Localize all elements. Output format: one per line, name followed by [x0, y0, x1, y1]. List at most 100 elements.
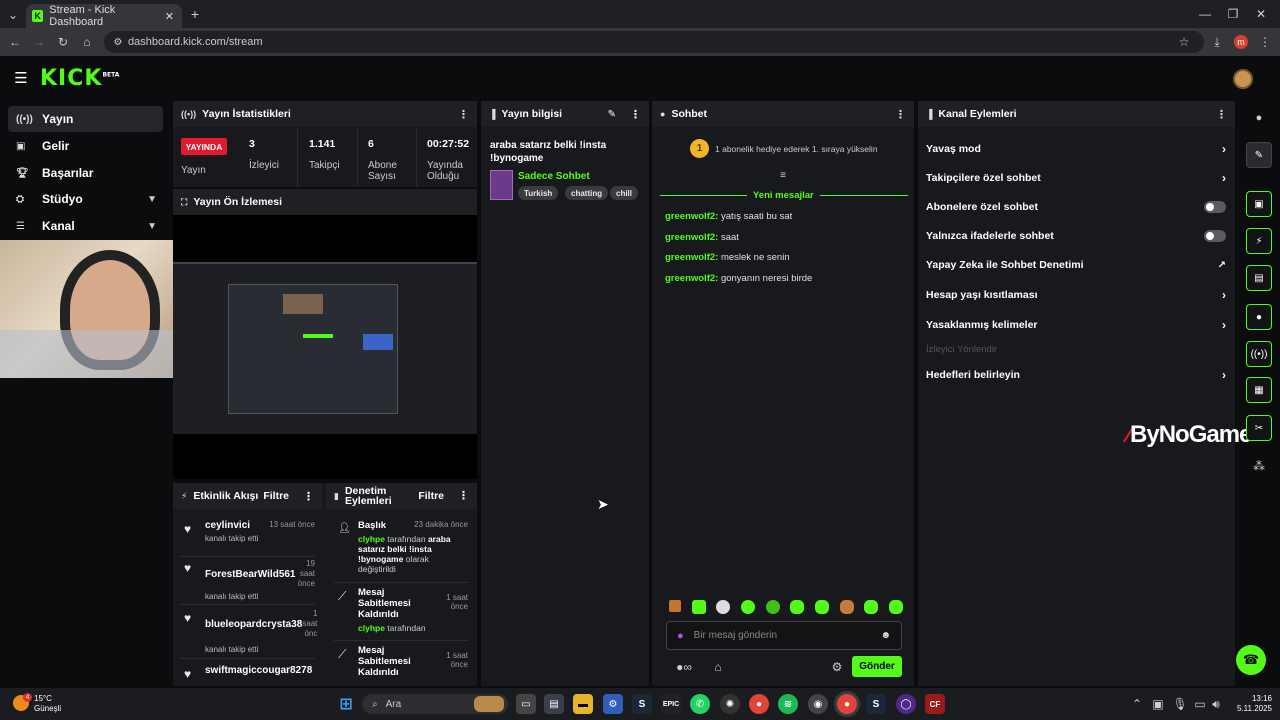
emote-icon[interactable] [814, 600, 829, 614]
kick-logo[interactable]: KICKBETA [40, 66, 119, 91]
activity-filter[interactable]: Filtre [263, 490, 289, 502]
more-options-icon[interactable]: ⋮ [895, 108, 906, 121]
display-tray-icon[interactable]: ▭ [1194, 697, 1206, 711]
emote-icon[interactable] [864, 600, 879, 614]
site-info-icon[interactable]: ⚙ [112, 35, 124, 49]
apps-icon[interactable]: ⁂ [1252, 459, 1266, 473]
weather-widget[interactable]: 15°C Güneşli [34, 694, 61, 714]
chat-settings-gear-icon[interactable]: ⚙ [830, 660, 844, 674]
send-button[interactable]: Gönder [852, 656, 902, 677]
more-options-icon[interactable]: ⋮ [303, 490, 314, 503]
tray-app-icon[interactable]: ▣ [1152, 697, 1164, 711]
browser-menu-icon[interactable]: ⋮ [1258, 35, 1272, 49]
profile-avatar[interactable]: m [1234, 35, 1248, 49]
obs-icon[interactable]: ◉ [808, 694, 828, 714]
action-emotes-only[interactable]: Yalnızca ifadelerle sohbet [926, 230, 1226, 242]
settings-app-icon[interactable]: ⚙ [603, 694, 623, 714]
info-circle-icon[interactable]: ● [1252, 111, 1266, 125]
action-slow-mode[interactable]: Yavaş mod › [926, 142, 1226, 156]
tag-chatting[interactable]: chatting [565, 186, 609, 200]
address-bar[interactable]: dashboard.kick.com/stream [104, 31, 1204, 53]
more-options-icon[interactable]: ⋮ [1216, 108, 1227, 121]
cf-app-icon[interactable]: CF [925, 694, 945, 714]
volume-icon[interactable]: 🔊︎ [1210, 697, 1222, 711]
emote-icon[interactable] [740, 600, 755, 614]
chrome-icon[interactable]: ● [749, 694, 769, 714]
clock[interactable]: 13:16 5.11.2025 [1232, 694, 1272, 714]
emote-icon[interactable] [765, 600, 780, 614]
emote-icon[interactable] [716, 600, 731, 614]
hamburger-menu-icon[interactable]: ☰ [12, 70, 30, 87]
emote-icon[interactable] [839, 600, 854, 614]
notes-icon[interactable]: ▤ [1246, 265, 1272, 291]
steam-icon[interactable]: S [632, 694, 652, 714]
action-ai-moderation[interactable]: Yapay Zeka ile Sohbet Denetimi ↗ [926, 259, 1226, 271]
edit-pencil-icon[interactable]: ✎ [608, 109, 616, 120]
user-avatar[interactable] [1233, 69, 1253, 89]
help-support-icon[interactable]: ☎ [1236, 645, 1266, 675]
microphone-icon[interactable]: ● [677, 630, 684, 642]
taskbar-search[interactable]: ⌕ Ara [362, 694, 508, 714]
reload-icon[interactable]: ↻ [56, 35, 70, 49]
action-banned-words[interactable]: Yasaklanmış kelimeler › [926, 318, 1226, 332]
file-explorer-icon[interactable]: ▬ [573, 694, 593, 714]
new-tab-icon[interactable]: + [188, 6, 202, 22]
bookmark-star-icon[interactable]: ☆ [1177, 35, 1191, 49]
broadcast-rail-icon[interactable]: ((•)) [1246, 341, 1272, 367]
tools-icon[interactable]: ✂ [1246, 415, 1272, 441]
forward-icon[interactable]: → [32, 35, 46, 49]
maximize-icon[interactable]: ❐ [1226, 7, 1240, 21]
toggle-switch[interactable] [1204, 230, 1226, 242]
edit-layout-icon[interactable]: ✎ [1246, 142, 1272, 168]
stream-category[interactable]: Sadece Sohbet [518, 171, 590, 182]
pin-filter-icon[interactable]: ≡ [777, 170, 789, 181]
sidebar-item-gelir[interactable]: ▣ Gelir [8, 133, 163, 159]
spotify-icon[interactable]: ≋ [778, 694, 798, 714]
action-followers-only[interactable]: Takipçilere özel sohbet › [926, 171, 1226, 185]
microphone-tray-icon[interactable]: 🎙︎ [1172, 697, 1187, 711]
sidebar-item-yayin[interactable]: ((•)) Yayın [8, 106, 163, 132]
action-subscribers-only[interactable]: Abonelere özel sohbet [926, 201, 1226, 213]
tab-list-icon[interactable]: ⌄ [6, 8, 20, 22]
gift-leaderboard-text[interactable]: 1 abonelik hediye ederek 1. sıraya yükse… [715, 144, 878, 154]
store-app-icon[interactable]: ▤ [544, 694, 564, 714]
stream-preview-video[interactable] [173, 262, 477, 434]
focus-icon[interactable]: ▣ [1246, 191, 1272, 217]
dashboard-icon[interactable]: ▦ [1246, 377, 1272, 403]
moderation-filter[interactable]: Filtre [418, 491, 444, 502]
window-close-icon[interactable]: ✕ [1254, 7, 1268, 21]
sidebar-item-kanal[interactable]: ☰ Kanal ▼ [8, 213, 163, 239]
action-set-goals[interactable]: Hedefleri belirleyin › [926, 368, 1226, 382]
toggle-switch[interactable] [1204, 201, 1226, 213]
chat-input[interactable]: ● Bir mesaj gönderin ☻ [666, 621, 902, 650]
emote-icon[interactable] [790, 600, 805, 614]
lightning-icon[interactable]: ⚡︎ [1246, 228, 1272, 254]
chrome-active-icon[interactable]: ● [837, 694, 857, 714]
tab-close-icon[interactable]: ✕ [165, 10, 174, 23]
store-icon[interactable]: ⌂ [711, 660, 725, 674]
home-icon[interactable]: ⌂ [80, 35, 94, 49]
tag-turkish[interactable]: Turkish [518, 186, 559, 200]
browser-tab[interactable]: K Stream - Kick Dashboard ✕ [26, 4, 182, 28]
download-icon[interactable]: ⤓ [1210, 35, 1224, 49]
back-icon[interactable]: ← [8, 35, 22, 49]
channel-points-icon[interactable]: ●∞ [669, 660, 699, 674]
sidebar-item-studyo[interactable]: ⛭ Stüdyo ▼ [8, 186, 163, 212]
emote-icon[interactable] [669, 600, 681, 612]
chat-icon[interactable]: ● [1246, 304, 1272, 330]
more-options-icon[interactable]: ⋮ [630, 108, 641, 121]
minimize-icon[interactable]: — [1198, 7, 1212, 21]
action-account-age[interactable]: Hesap yaşı kısıtlaması › [926, 288, 1226, 302]
steam-active-icon[interactable]: S [866, 694, 886, 714]
emoji-icon[interactable]: ☻ [880, 630, 891, 641]
more-options-icon[interactable]: ⋮ [458, 108, 469, 121]
sidebar-item-basarilar[interactable]: 🏆︎ Başarılar [8, 160, 163, 186]
emote-icon[interactable] [888, 600, 903, 614]
more-options-icon[interactable]: ⋮ [458, 491, 469, 502]
epic-games-icon[interactable]: EPIC [661, 694, 681, 714]
app-circle-icon[interactable]: ◯ [896, 694, 916, 714]
chatgpt-icon[interactable]: ✺ [720, 694, 740, 714]
windows-start-icon[interactable]: ⊞ [336, 694, 356, 714]
whatsapp-icon[interactable]: ✆ [690, 694, 710, 714]
emote-icon[interactable] [691, 600, 706, 614]
